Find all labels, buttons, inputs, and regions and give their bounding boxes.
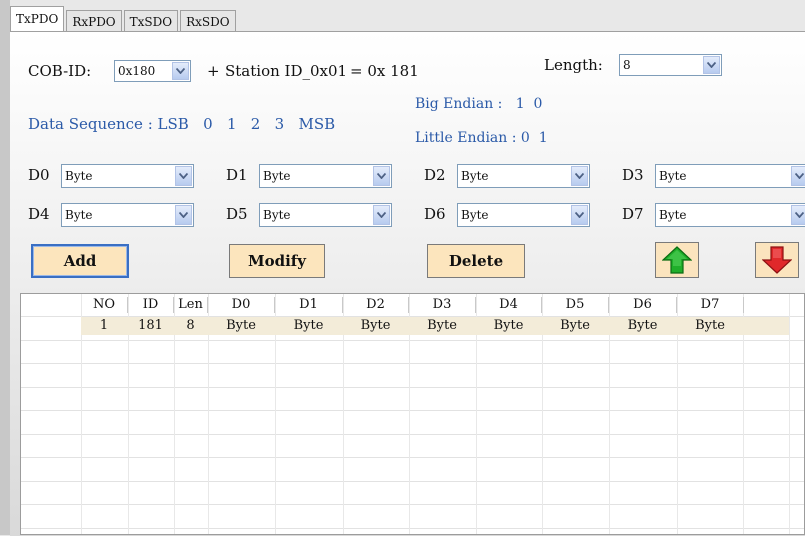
grid-row-line — [21, 527, 804, 529]
cob-id-value: 0x180 — [118, 64, 156, 78]
grid-row-line — [21, 339, 804, 341]
table-cell[interactable]: Byte — [343, 317, 408, 335]
table-cell[interactable]: Byte — [609, 317, 676, 335]
delete-button[interactable]: Delete — [427, 244, 525, 278]
field-label-d6: D6 — [424, 205, 446, 223]
tab-rxpdo[interactable]: RxPDO — [66, 10, 122, 32]
header-separator — [743, 297, 744, 313]
field-type-value: Byte — [659, 208, 687, 222]
column-header-d0[interactable]: D0 — [208, 294, 274, 316]
table-cell[interactable]: Byte — [677, 317, 743, 335]
field-type-value: Byte — [461, 169, 489, 183]
column-header-d5[interactable]: D5 — [542, 294, 608, 316]
cob-id-select[interactable]: 0x180 — [114, 60, 191, 82]
field-label-d2: D2 — [424, 166, 446, 184]
grid-row-line — [21, 504, 804, 505]
grid-row-line — [21, 457, 804, 458]
chevron-down-icon[interactable] — [172, 62, 189, 80]
column-header-d7[interactable]: D7 — [677, 294, 743, 316]
column-header-d6[interactable]: D6 — [609, 294, 676, 316]
table-cell[interactable]: 8 — [174, 317, 207, 335]
data-sequence-text: Data Sequence : LSB 0 1 2 3 MSB — [28, 115, 336, 133]
column-header-no[interactable]: NO — [81, 294, 127, 316]
table-cell[interactable]: Byte — [409, 317, 475, 335]
chevron-down-icon[interactable] — [373, 166, 390, 186]
chevron-down-icon[interactable] — [791, 205, 805, 225]
tab-txsdo[interactable]: TxSDO — [123, 10, 179, 32]
field-type-select-d7[interactable]: Byte — [655, 203, 805, 227]
field-type-value: Byte — [65, 208, 93, 222]
grid-row-line — [21, 480, 804, 482]
arrow-up-icon — [662, 246, 692, 274]
field-type-value: Byte — [263, 208, 291, 222]
field-type-select-d0[interactable]: Byte — [61, 164, 194, 188]
field-type-value: Byte — [263, 169, 291, 183]
field-label-d0: D0 — [28, 166, 50, 184]
field-type-select-d2[interactable]: Byte — [457, 164, 590, 188]
length-select[interactable]: 8 — [619, 54, 722, 76]
column-header-d2[interactable]: D2 — [343, 294, 408, 316]
column-header-d3[interactable]: D3 — [409, 294, 475, 316]
tab-strip: TxPDO RxPDO TxSDO RxSDO — [10, 6, 238, 32]
field-type-value: Byte — [65, 169, 93, 183]
chevron-down-icon[interactable] — [175, 166, 192, 186]
table-cell[interactable]: Byte — [476, 317, 541, 335]
table-cell[interactable]: 1 — [81, 317, 127, 335]
grid-col-line — [789, 294, 790, 534]
table-cell[interactable]: Byte — [275, 317, 342, 335]
column-header-id[interactable]: ID — [128, 294, 173, 316]
grid-row-line — [21, 433, 804, 435]
grid-row-line — [21, 386, 804, 388]
move-down-button[interactable] — [755, 242, 799, 278]
field-label-d3: D3 — [622, 166, 644, 184]
field-label-d7: D7 — [622, 205, 644, 223]
field-type-select-d4[interactable]: Byte — [61, 203, 194, 227]
chevron-down-icon[interactable] — [571, 205, 588, 225]
column-header-len[interactable]: Len — [174, 294, 207, 316]
chevron-down-icon[interactable] — [175, 205, 192, 225]
little-endian-text: Little Endian : 0 1 — [415, 130, 548, 146]
chevron-down-icon[interactable] — [791, 166, 805, 186]
grid-row-line — [21, 363, 804, 364]
arrow-down-icon — [762, 246, 792, 274]
chevron-down-icon[interactable] — [373, 205, 390, 225]
modify-button[interactable]: Modify — [229, 244, 325, 278]
field-label-d1: D1 — [226, 166, 248, 184]
column-header-d1[interactable]: D1 — [275, 294, 342, 316]
length-value: 8 — [623, 58, 631, 72]
table-cell[interactable]: 181 — [128, 317, 173, 335]
cob-result: = 0x 181 — [350, 62, 419, 80]
table-cell[interactable]: Byte — [208, 317, 274, 335]
plus-sign: + — [207, 62, 220, 80]
tab-rxsdo[interactable]: RxSDO — [180, 10, 236, 32]
field-label-d4: D4 — [28, 205, 50, 223]
add-button[interactable]: Add — [31, 244, 129, 278]
field-type-select-d5[interactable]: Byte — [259, 203, 392, 227]
station-id-label: Station ID_0x01 — [225, 62, 348, 80]
grid-row-line — [21, 410, 804, 411]
pdo-table[interactable]: NO ID Len D0 D1 D2 D3 D4 D5 D6 D7 1 181 8 Byte Byte Byte… — [20, 293, 805, 535]
table-cell[interactable]: Byte — [542, 317, 608, 335]
length-label: Length: — [544, 56, 603, 74]
field-type-value: Byte — [461, 208, 489, 222]
column-header-d4[interactable]: D4 — [476, 294, 541, 316]
move-up-button[interactable] — [655, 242, 699, 278]
field-label-d5: D5 — [226, 205, 248, 223]
chevron-down-icon[interactable] — [703, 56, 720, 74]
tab-txpdo[interactable]: TxPDO — [10, 6, 65, 32]
field-type-select-d3[interactable]: Byte — [655, 164, 805, 188]
field-type-select-d1[interactable]: Byte — [259, 164, 392, 188]
field-type-select-d6[interactable]: Byte — [457, 203, 590, 227]
chevron-down-icon[interactable] — [571, 166, 588, 186]
field-type-value: Byte — [659, 169, 687, 183]
cob-id-label: COB-ID: — [28, 62, 92, 80]
big-endian-text: Big Endian : 1 0 — [415, 96, 543, 112]
